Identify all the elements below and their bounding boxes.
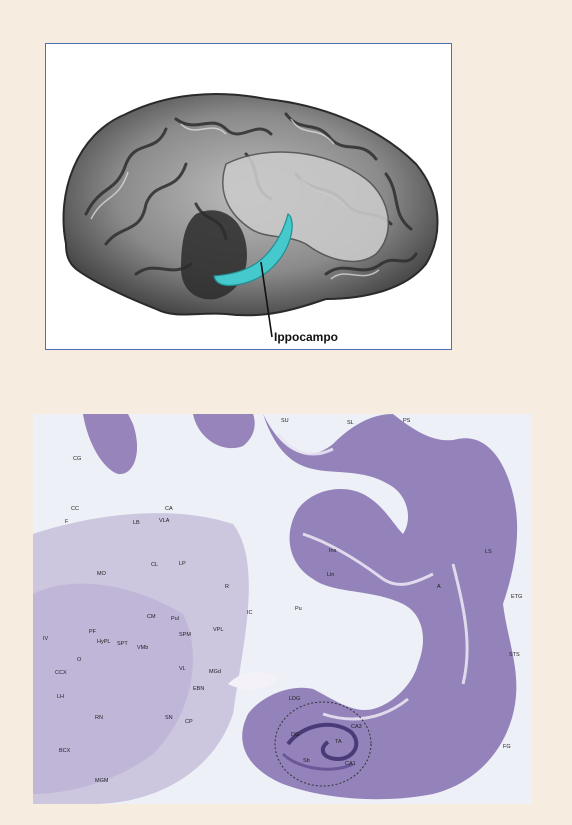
label-ccx: CCX: [55, 670, 67, 676]
label-vmb: VMb: [137, 645, 149, 651]
label-ls: LS: [485, 549, 492, 555]
label-vla: VLA: [159, 518, 170, 524]
label-cp: CP: [185, 719, 193, 725]
label-lh: LH: [57, 694, 65, 700]
label-ca: CA: [165, 506, 173, 512]
label-spm: SPM: [179, 632, 191, 638]
label-iv: IV: [43, 636, 49, 642]
label-vpl: VPL: [213, 627, 224, 633]
label-hypl: HyPL: [97, 639, 111, 645]
label-lp: LP: [179, 561, 186, 567]
label-fg: FG: [503, 744, 511, 750]
label-r: R: [225, 584, 229, 590]
label-ic: IC: [247, 610, 253, 616]
label-pf: PF: [89, 629, 97, 635]
label-rn: RN: [95, 715, 103, 721]
label-cc: CC: [71, 506, 79, 512]
label-pul: Pul: [171, 616, 179, 622]
label-spt: SPT: [117, 641, 128, 647]
histology-slice-panel: CG CC F CA LB VLA CL LP MO R IC CM Pul P…: [33, 414, 532, 804]
label-vl: VL: [179, 666, 186, 672]
label-ca3: CA3: [351, 724, 362, 730]
hippocampus-label: Ippocampo: [274, 330, 339, 344]
label-bcx: BCX: [59, 748, 71, 754]
label-cg: CG: [73, 456, 82, 462]
label-pu: Pu: [295, 606, 302, 612]
label-su: SU: [281, 418, 289, 424]
label-ebn: EBN: [193, 686, 205, 692]
label-sl: SL: [347, 420, 354, 426]
label-a: A: [437, 584, 441, 590]
label-sb: Sb: [303, 758, 310, 764]
label-sn: SN: [165, 715, 173, 721]
label-mo: MO: [97, 571, 106, 577]
label-f: F: [65, 519, 69, 525]
label-etg: ETG: [511, 594, 523, 600]
label-mgd: MGd: [209, 669, 221, 675]
brain-illustration-panel: Ippocampo: [45, 43, 452, 350]
label-ta: TA: [335, 739, 342, 745]
label-ins: Ins: [329, 548, 337, 554]
brain-illustration: [62, 93, 439, 338]
label-lin: Lin: [327, 572, 335, 578]
label-mgm: MGM: [95, 778, 109, 784]
label-ldg: LDG: [289, 696, 301, 702]
label-cl: CL: [151, 562, 159, 568]
label-lb: LB: [133, 520, 140, 526]
label-cm: CM: [147, 614, 156, 620]
label-ca1: CA1: [345, 761, 356, 767]
label-dg: DG: [291, 732, 300, 738]
label-o: O: [77, 657, 82, 663]
histology-slice: [33, 414, 532, 804]
label-sts: STS: [509, 652, 520, 658]
label-ps: PS: [403, 418, 411, 424]
